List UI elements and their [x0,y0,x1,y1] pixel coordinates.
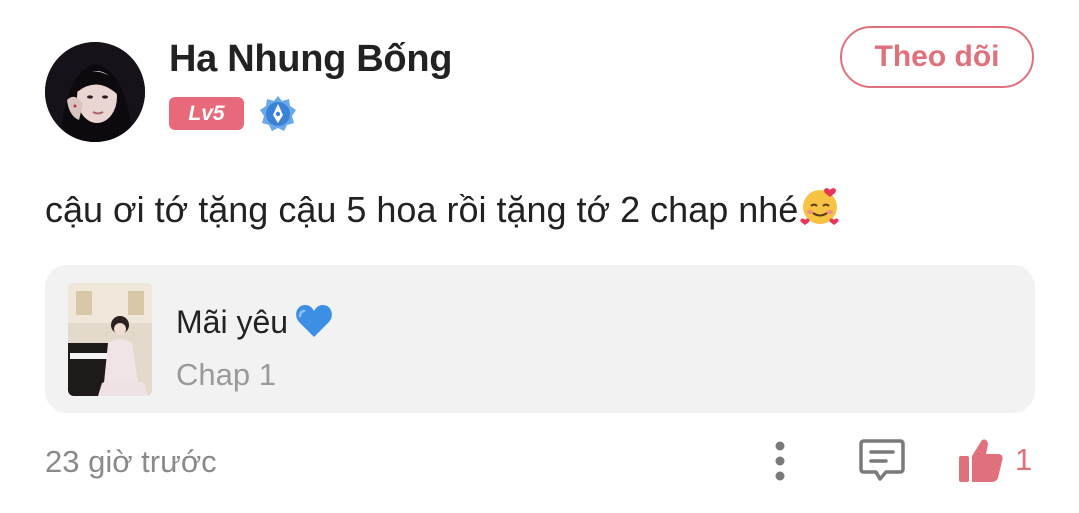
avatar-image [45,42,145,142]
rank-badge-icon [259,95,297,133]
username[interactable]: Ha Nhung Bống [169,38,452,81]
story-chapter: Chap 1 [176,357,276,392]
story-cover-image [68,283,152,396]
reply-icon[interactable] [858,437,906,483]
user-avatar[interactable] [45,42,145,142]
comment-text: cậu ơi tớ tặng cậu 5 hoa rồi tặng tớ 2 c… [45,184,842,231]
story-title: Mãi yêu [176,303,334,341]
follow-button[interactable]: Theo dõi [840,26,1034,88]
level-badge: Lv5 [169,97,244,130]
more-options-icon[interactable] [770,440,790,482]
like-count: 1 [1015,442,1033,477]
thumbs-up-icon [957,436,1005,484]
like-button[interactable]: 1 [957,435,1032,485]
blue-heart-icon [294,303,334,339]
smiling-face-with-hearts-icon [798,184,842,228]
timestamp: 23 giờ trước [45,444,217,479]
story-title-text: Mãi yêu [176,304,289,340]
comment-body: cậu ơi tớ tặng cậu 5 hoa rồi tặng tớ 2 c… [45,189,799,230]
story-card[interactable]: Mãi yêu Chap 1 [45,265,1035,413]
